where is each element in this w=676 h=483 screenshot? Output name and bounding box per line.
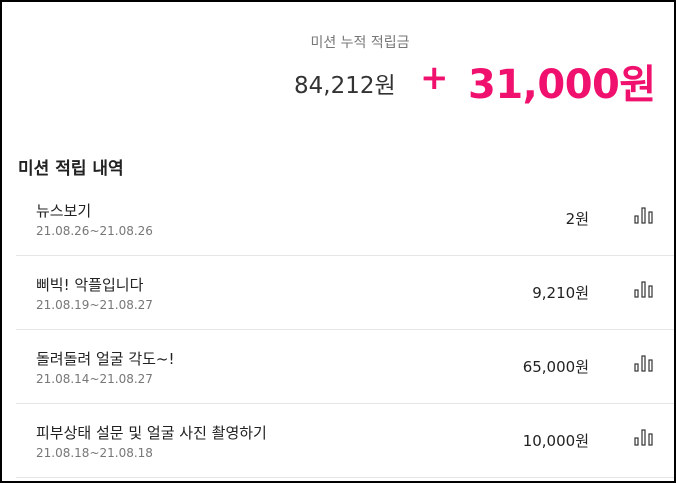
plus-sign: + (420, 58, 449, 98)
bar-chart-icon[interactable] (634, 354, 654, 372)
bar-chart-icon[interactable] (634, 280, 654, 298)
section-title: 미션 적립 내역 (18, 159, 124, 179)
mission-reward-screen: 미션 누적 적립금 84,212원 + 31,000원 미션 적립 내역 뉴스보… (0, 0, 676, 483)
mission-title: 뉴스보기 (36, 202, 92, 220)
summary-header: 미션 누적 적립금 (2, 32, 674, 52)
mission-amount: 9,210원 (532, 284, 589, 302)
mission-row[interactable]: 돌려돌려 얼굴 각도~! 21.08.14~21.08.27 65,000원 (16, 330, 674, 404)
bar-chart-icon[interactable] (634, 428, 654, 446)
mission-period: 21.08.14~21.08.27 (36, 372, 153, 386)
mission-amount: 10,000원 (522, 432, 589, 450)
mission-period: 21.08.26~21.08.26 (36, 224, 153, 238)
mission-period: 21.08.18~21.08.18 (36, 446, 153, 460)
bonus-amount: 31,000원 (468, 62, 656, 108)
accumulated-total: 84,212원 (294, 73, 396, 99)
mission-amount: 2원 (565, 210, 589, 228)
mission-row[interactable]: 피부상태 설문 및 얼굴 사진 촬영하기 21.08.18~21.08.18 1… (16, 404, 674, 478)
mission-period: 21.08.19~21.08.27 (36, 298, 153, 312)
mission-title: 피부상태 설문 및 얼굴 사진 촬영하기 (36, 424, 267, 442)
mission-title: 돌려돌려 얼굴 각도~! (36, 350, 175, 368)
summary-label: 미션 누적 적립금 (310, 35, 410, 51)
mission-title: 삐빅! 악플입니다 (36, 276, 144, 294)
mission-list: 뉴스보기 21.08.26~21.08.26 2원 삐빅! 악플입니다 21.0… (16, 182, 674, 478)
mission-row[interactable]: 뉴스보기 21.08.26~21.08.26 2원 (16, 182, 674, 256)
mission-row[interactable]: 삐빅! 악플입니다 21.08.19~21.08.27 9,210원 (16, 256, 674, 330)
bar-chart-icon[interactable] (634, 206, 654, 224)
mission-amount: 65,000원 (522, 358, 589, 376)
